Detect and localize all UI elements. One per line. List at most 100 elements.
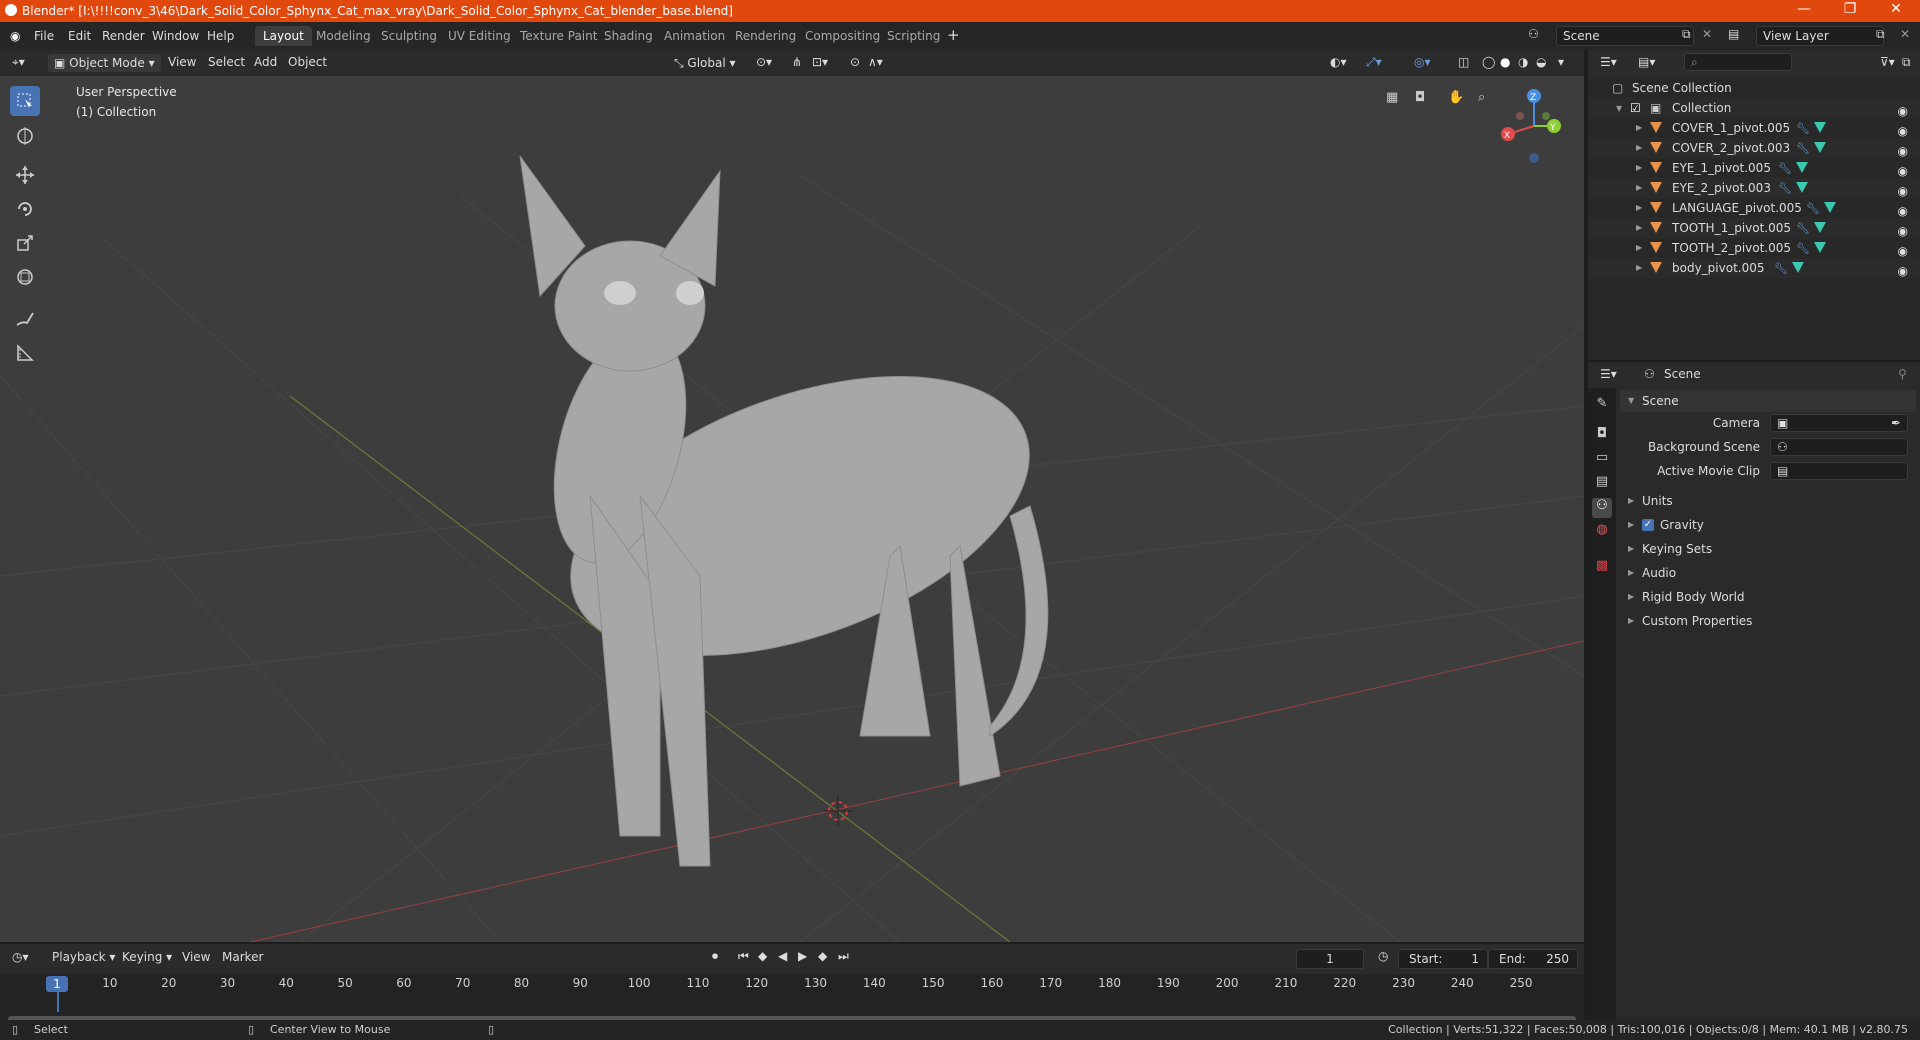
cursor-tool[interactable]	[10, 121, 40, 151]
mesh-data-icon[interactable]	[1824, 202, 1836, 213]
start-frame-field[interactable]: Start: 1	[1398, 949, 1488, 969]
mesh-data-icon[interactable]	[1814, 122, 1826, 133]
blender-menu-icon[interactable]: ◉	[10, 29, 20, 43]
collection-checkbox-icon[interactable]: ☑	[1630, 98, 1641, 118]
gizmo-icon[interactable]: ⤢▾	[1366, 55, 1382, 70]
select-box-tool[interactable]	[10, 86, 40, 116]
expand-gravity-icon[interactable]: ▶	[1628, 514, 1634, 536]
camera-field[interactable]: ▣ ✒	[1770, 414, 1908, 432]
pan-view-button[interactable]: ✋	[1442, 86, 1468, 112]
outliner-row-object[interactable]: ▶ TOOTH_1_pivot.005 🔧︎ ◉	[1588, 218, 1920, 238]
tab-uv-editing[interactable]: UV Editing	[440, 26, 519, 46]
snap-icon[interactable]: ⋔	[792, 55, 802, 69]
menu-view[interactable]: View	[168, 55, 196, 69]
background-scene-field[interactable]: ⚇	[1770, 438, 1908, 456]
tab-texture-paint[interactable]: Texture Paint	[512, 26, 605, 46]
outliner-row-scene-collection[interactable]: ▢ Scene Collection	[1588, 78, 1920, 98]
output-tab-icon[interactable]: ▭	[1592, 450, 1612, 470]
menu-playback[interactable]: Playback ▾	[52, 950, 115, 964]
navigation-gizmo[interactable]: Z X Y	[1490, 82, 1570, 172]
custom-properties-panel-header[interactable]: ▶ Custom Properties	[1620, 610, 1916, 632]
modifier-wrench-icon[interactable]: 🔧︎	[1806, 199, 1820, 219]
toggle-camera-view-button[interactable]: ▦	[1380, 86, 1406, 112]
texture-tab-icon[interactable]: ▩	[1592, 558, 1612, 578]
mesh-data-icon[interactable]	[1814, 142, 1826, 153]
remove-view-layer-icon[interactable]: ✕	[1900, 27, 1910, 41]
measure-tool[interactable]	[10, 338, 40, 368]
outliner-row-object[interactable]: ▶ COVER_1_pivot.005 🔧︎ ◉	[1588, 118, 1920, 138]
mode-selector[interactable]: ▣ Object Mode ▾	[48, 54, 161, 72]
tool-tab-icon[interactable]: ✎	[1592, 396, 1612, 416]
tab-layout[interactable]: Layout	[255, 26, 312, 46]
menu-help[interactable]: Help	[207, 29, 234, 43]
eyedropper-icon[interactable]: ✒	[1891, 415, 1901, 431]
collapse-scene-icon[interactable]: ▼	[1628, 390, 1634, 412]
scene-tab-icon[interactable]: ⚇	[1592, 498, 1612, 518]
tab-shading[interactable]: Shading	[596, 26, 661, 46]
menu-window[interactable]: Window	[152, 29, 199, 43]
new-collection-icon[interactable]: ⧉	[1902, 55, 1911, 70]
view-layer-icon[interactable]: ▤	[1728, 27, 1739, 41]
jump-start-icon[interactable]: ⏮	[738, 949, 749, 964]
active-movie-clip-field[interactable]: ▤	[1770, 462, 1908, 480]
outliner-row-object[interactable]: ▶ EYE_1_pivot.005 🔧︎ ◉	[1588, 158, 1920, 178]
expand-keying-sets-icon[interactable]: ▶	[1628, 538, 1634, 560]
shading-options-icon[interactable]: ▾	[1558, 55, 1564, 69]
record-icon[interactable]: ⏺	[712, 949, 718, 964]
menu-file[interactable]: File	[34, 29, 54, 43]
visibility-eye-icon[interactable]: ◉	[1898, 261, 1908, 281]
modifier-wrench-icon[interactable]: 🔧︎	[1796, 139, 1810, 159]
stopwatch-icon[interactable]: ◷	[1378, 949, 1388, 963]
expand-audio-icon[interactable]: ▶	[1628, 562, 1634, 584]
editor-type-icon[interactable]: ⌖▾	[12, 55, 25, 70]
scene-selector[interactable]: Scene	[1556, 26, 1694, 46]
scene-icon[interactable]: ⚇	[1528, 27, 1539, 41]
close-icon[interactable]: ✕	[1878, 1, 1914, 17]
modifier-wrench-icon[interactable]: 🔧︎	[1796, 119, 1810, 139]
xray-icon[interactable]: ◫	[1458, 55, 1469, 69]
gravity-panel-header[interactable]: ▶ ✓ Gravity	[1620, 514, 1916, 536]
expand-rigid-body-icon[interactable]: ▶	[1628, 586, 1634, 608]
jump-end-icon[interactable]: ⏭	[838, 949, 849, 964]
gravity-checkbox[interactable]: ✓	[1642, 519, 1654, 531]
menu-render[interactable]: Render	[102, 29, 145, 43]
expand-object-icon[interactable]: ▶	[1636, 198, 1642, 218]
menu-keying[interactable]: Keying ▾	[122, 950, 172, 964]
new-scene-icon[interactable]: ⧉	[1682, 27, 1691, 42]
mesh-data-icon[interactable]	[1796, 182, 1808, 193]
remove-scene-icon[interactable]: ✕	[1702, 27, 1712, 41]
rendered-shading-icon[interactable]: ◒	[1536, 55, 1546, 69]
expand-object-icon[interactable]: ▶	[1636, 258, 1642, 278]
overlays-icon[interactable]: ◎▾	[1414, 55, 1431, 69]
outliner-row-object[interactable]: ▶ body_pivot.005 🔧︎ ◉	[1588, 258, 1920, 278]
pivot-icon[interactable]: ⊙▾	[756, 55, 772, 69]
minimize-icon[interactable]: —	[1786, 1, 1822, 17]
pin-icon[interactable]: ⚲	[1898, 367, 1907, 381]
rotate-tool[interactable]	[10, 194, 40, 224]
outliner-row-object[interactable]: ▶ EYE_2_pivot.003 🔧︎ ◉	[1588, 178, 1920, 198]
menu-marker[interactable]: Marker	[222, 950, 263, 964]
expand-units-icon[interactable]: ▶	[1628, 490, 1634, 512]
mesh-data-icon[interactable]	[1792, 262, 1804, 273]
outliner-search-input[interactable]: ⌕	[1684, 53, 1792, 71]
expand-object-icon[interactable]: ▶	[1636, 158, 1642, 178]
view-layer-selector[interactable]: View Layer	[1756, 26, 1884, 46]
timeline-editor-type-icon[interactable]: ◷▾	[12, 950, 29, 964]
world-tab-icon[interactable]: ◍	[1592, 522, 1612, 542]
play-icon[interactable]: ▶	[798, 949, 807, 963]
play-reverse-icon[interactable]: ◀	[778, 949, 787, 963]
menu-timeline-view[interactable]: View	[182, 950, 210, 964]
expand-object-icon[interactable]: ▶	[1636, 178, 1642, 198]
wireframe-shading-icon[interactable]: ◯	[1482, 55, 1495, 69]
mesh-data-icon[interactable]	[1814, 222, 1826, 233]
mesh-data-icon[interactable]	[1814, 242, 1826, 253]
modifier-wrench-icon[interactable]: 🔧︎	[1796, 219, 1810, 239]
current-frame-field[interactable]: 1	[1296, 949, 1364, 969]
modifier-wrench-icon[interactable]: 🔧︎	[1774, 259, 1788, 279]
modifier-wrench-icon[interactable]: 🔧︎	[1778, 159, 1792, 179]
menu-select[interactable]: Select	[208, 55, 245, 69]
menu-object[interactable]: Object	[288, 55, 327, 69]
end-frame-field[interactable]: End: 250	[1488, 949, 1578, 969]
add-workspace-icon[interactable]: +	[947, 26, 960, 44]
falloff-icon[interactable]: ∧▾	[868, 55, 883, 69]
